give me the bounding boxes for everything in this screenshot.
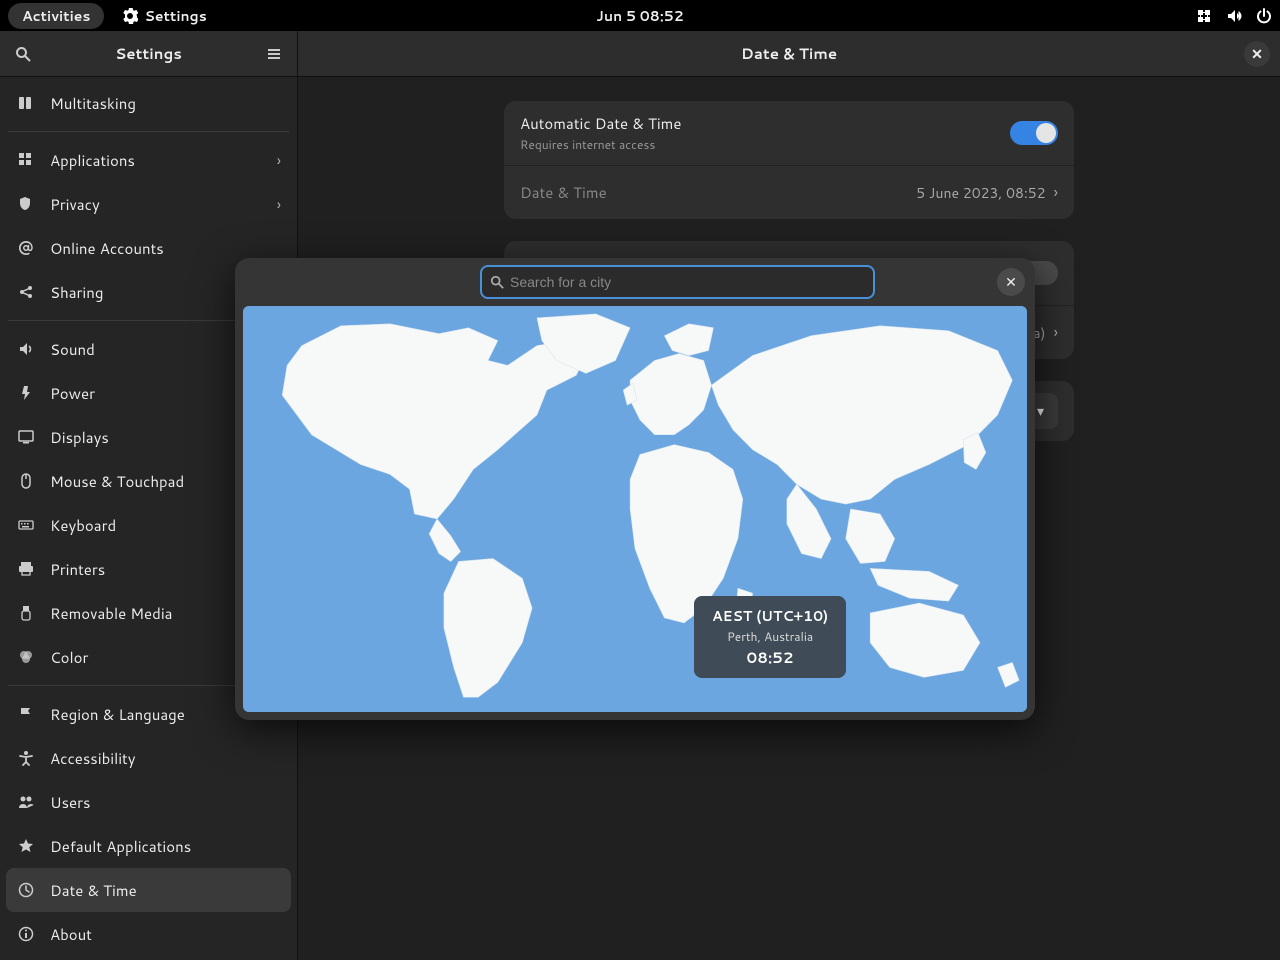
datetime-row[interactable]: Date & Time 5 June 2023, 08:52 › <box>504 165 1074 219</box>
timezone-tooltip-time: 08:52 <box>712 647 828 668</box>
search-icon <box>490 275 504 289</box>
users-icon <box>16 794 36 810</box>
sidebar-item-label: Displays <box>50 427 109 448</box>
topbar-clock[interactable]: Jun 5 08:52 <box>596 6 683 26</box>
topbar-app[interactable]: Settings <box>122 6 206 26</box>
sidebar-item-label: Privacy <box>50 194 100 215</box>
sidebar-item-accessibility[interactable]: Accessibility <box>6 736 291 780</box>
timezone-tooltip: AEST (UTC+10) Perth, Australia 08:52 <box>694 596 846 678</box>
content-header: Date & Time ✕ <box>298 31 1280 77</box>
sidebar-item-label: Multitasking <box>50 93 136 114</box>
sound-icon <box>16 341 36 357</box>
chevron-right-icon: › <box>1054 181 1058 204</box>
map-marker-icon <box>860 622 1027 712</box>
sidebar-item-label: Accessibility <box>50 748 136 769</box>
activities-button[interactable]: Activities <box>8 3 104 29</box>
at-icon <box>16 240 36 256</box>
volume-icon <box>1226 8 1242 24</box>
datetime-label: Date & Time <box>520 182 916 203</box>
topbar-tray[interactable] <box>1196 8 1272 24</box>
timezone-popup-header: ✕ <box>235 258 1035 306</box>
search-button[interactable] <box>10 41 36 67</box>
share-icon <box>16 284 36 300</box>
hamburger-icon <box>266 46 282 62</box>
sidebar-item-multitasking[interactable]: Multitasking <box>6 81 291 125</box>
sidebar-item-about[interactable]: About <box>6 912 291 956</box>
sidebar-item-label: Mouse & Touchpad <box>50 471 184 492</box>
keyboard-icon <box>16 517 36 533</box>
sidebar-header: Settings <box>0 31 297 77</box>
window-close-button[interactable]: ✕ <box>1244 41 1270 67</box>
sidebar-item-users[interactable]: Users <box>6 780 291 824</box>
display-icon <box>16 429 36 445</box>
timezone-popup: ✕ <box>235 258 1035 720</box>
sidebar-item-label: Keyboard <box>50 515 116 536</box>
color-icon <box>16 649 36 665</box>
sidebar-item-label: Date & Time <box>50 880 137 901</box>
chevron-right-icon: › <box>1054 321 1058 344</box>
apps-icon <box>16 152 36 168</box>
sidebar-item-label: Printers <box>50 559 105 580</box>
timezone-tooltip-name: AEST (UTC+10) <box>712 606 828 626</box>
gear-icon <box>122 8 138 24</box>
clock-icon <box>16 882 36 898</box>
sidebar-item-default-apps[interactable]: Default Applications <box>6 824 291 868</box>
auto-datetime-row: Automatic Date & Time Requires internet … <box>504 101 1074 165</box>
a11y-icon <box>16 750 36 766</box>
sidebar-item-date-time[interactable]: Date & Time <box>6 868 291 912</box>
search-icon <box>15 46 31 62</box>
info-icon <box>16 926 36 942</box>
sidebar-item-label: Default Applications <box>50 836 191 857</box>
sidebar-item-label: Sharing <box>50 282 103 303</box>
datetime-value: 5 June 2023, 08:52 <box>916 183 1045 203</box>
topbar: Activities Settings Jun 5 08:52 <box>0 0 1280 31</box>
sidebar-item-privacy[interactable]: Privacy › <box>6 182 291 226</box>
flag-icon <box>16 706 36 722</box>
timezone-popup-close[interactable]: ✕ <box>997 268 1025 296</box>
sidebar-title: Settings <box>36 43 261 64</box>
sidebar-separator <box>8 131 289 132</box>
datetime-group: Automatic Date & Time Requires internet … <box>504 101 1074 219</box>
menu-button[interactable] <box>261 41 287 67</box>
sidebar-item-applications[interactable]: Applications › <box>6 138 291 182</box>
multitasking-icon <box>16 95 36 111</box>
sidebar-item-label: Removable Media <box>50 603 172 624</box>
power-icon <box>1256 8 1272 24</box>
city-search-field[interactable] <box>480 265 875 299</box>
sidebar-item-label: About <box>50 924 92 945</box>
usb-icon <box>16 605 36 621</box>
chevron-down-icon: ▾ <box>1037 401 1044 421</box>
network-icon <box>1196 8 1212 24</box>
chevron-right-icon: › <box>277 150 281 171</box>
mouse-icon <box>16 473 36 489</box>
timezone-tooltip-location: Perth, Australia <box>712 628 828 645</box>
sidebar-item-label: Region & Language <box>50 704 185 725</box>
city-search-input[interactable] <box>510 274 865 290</box>
sidebar-item-label: Sound <box>50 339 95 360</box>
auto-datetime-label: Automatic Date & Time <box>520 113 1010 134</box>
star-icon <box>16 838 36 854</box>
auto-datetime-sub: Requires internet access <box>520 136 1010 153</box>
timezone-map[interactable]: AEST (UTC+10) Perth, Australia 08:52 <box>243 306 1027 712</box>
privacy-icon <box>16 196 36 212</box>
chevron-right-icon: › <box>277 194 281 215</box>
sidebar-item-label: Users <box>50 792 90 813</box>
topbar-app-label: Settings <box>144 6 206 26</box>
sidebar-item-label: Color <box>50 647 88 668</box>
auto-datetime-switch[interactable] <box>1010 121 1058 145</box>
sidebar-item-label: Applications <box>50 150 135 171</box>
sidebar-item-label: Power <box>50 383 95 404</box>
power-icon <box>16 385 36 401</box>
page-title: Date & Time <box>741 43 837 64</box>
printer-icon <box>16 561 36 577</box>
sidebar-item-label: Online Accounts <box>50 238 164 259</box>
